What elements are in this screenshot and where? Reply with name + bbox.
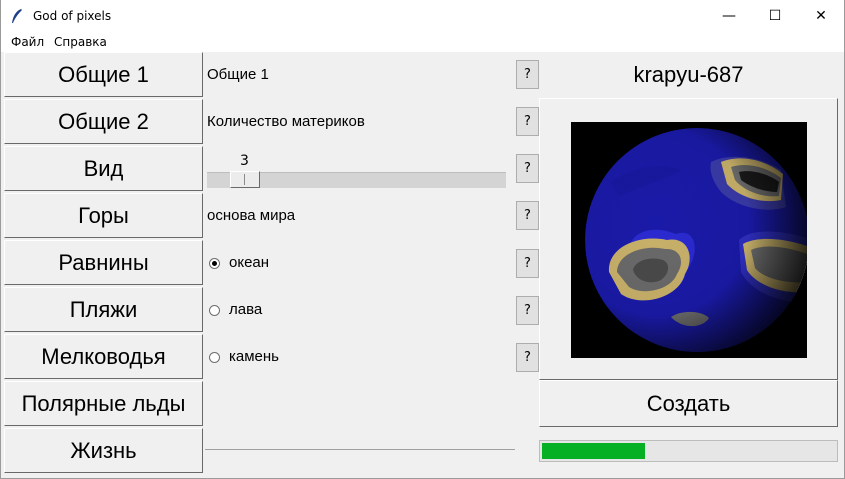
progress-fill xyxy=(542,443,645,459)
menu-file[interactable]: Файл xyxy=(11,35,44,49)
radio-ocean-label[interactable]: океан xyxy=(229,254,269,271)
generation-progress xyxy=(539,440,838,462)
nav-view[interactable]: Вид xyxy=(4,146,203,191)
help-button-lava[interactable]: ? xyxy=(516,296,539,325)
planet-image xyxy=(585,128,807,352)
radio-ocean[interactable] xyxy=(209,258,220,269)
nav-polar-ice[interactable]: Полярные льды xyxy=(4,381,203,426)
close-button[interactable]: ✕ xyxy=(798,0,844,32)
world-base-label: основа мира xyxy=(207,207,296,224)
nav-life[interactable]: Жизнь xyxy=(4,428,203,473)
continents-label: Количество материков xyxy=(207,113,365,130)
close-icon: ✕ xyxy=(815,8,827,24)
minimize-button[interactable]: — xyxy=(706,0,752,32)
help-button-world-base[interactable]: ? xyxy=(516,201,539,230)
nav-shallows[interactable]: Мелководья xyxy=(4,334,203,379)
maximize-button[interactable]: ☐ xyxy=(752,0,798,32)
section-label: Общие 1 xyxy=(207,66,269,83)
menu-help[interactable]: Справка xyxy=(54,35,107,49)
help-button-ocean[interactable]: ? xyxy=(516,249,539,278)
radio-lava[interactable] xyxy=(209,305,220,316)
nav-general-1[interactable]: Общие 1 xyxy=(4,52,203,97)
nav-beaches[interactable]: Пляжи xyxy=(4,287,203,332)
separator xyxy=(205,449,515,450)
world-name: krapyu-687 xyxy=(633,62,744,87)
create-button[interactable]: Создать xyxy=(539,380,838,427)
menu-bar: Файл Справка xyxy=(0,32,845,52)
minimize-icon: — xyxy=(722,8,736,24)
planet-preview xyxy=(571,122,807,358)
window-title: God of pixels xyxy=(33,9,112,23)
maximize-icon: ☐ xyxy=(768,8,782,24)
help-button-stone[interactable]: ? xyxy=(516,343,539,372)
continents-value: 3 xyxy=(240,153,249,169)
nav-mountains[interactable]: Горы xyxy=(4,193,203,238)
continents-slider-thumb[interactable] xyxy=(230,171,260,188)
feather-app-icon xyxy=(12,9,22,23)
help-button-continents[interactable]: ? xyxy=(516,107,539,136)
nav-plains[interactable]: Равнины xyxy=(4,240,203,285)
title-bar: God of pixels — ☐ ✕ xyxy=(0,0,845,32)
help-button-slider[interactable]: ? xyxy=(516,154,539,183)
help-button-section[interactable]: ? xyxy=(516,60,539,89)
radio-stone-label[interactable]: камень xyxy=(229,348,279,365)
nav-general-2[interactable]: Общие 2 xyxy=(4,99,203,144)
radio-stone[interactable] xyxy=(209,352,220,363)
radio-lava-label[interactable]: лава xyxy=(229,301,262,318)
window-border-left xyxy=(0,0,1,479)
